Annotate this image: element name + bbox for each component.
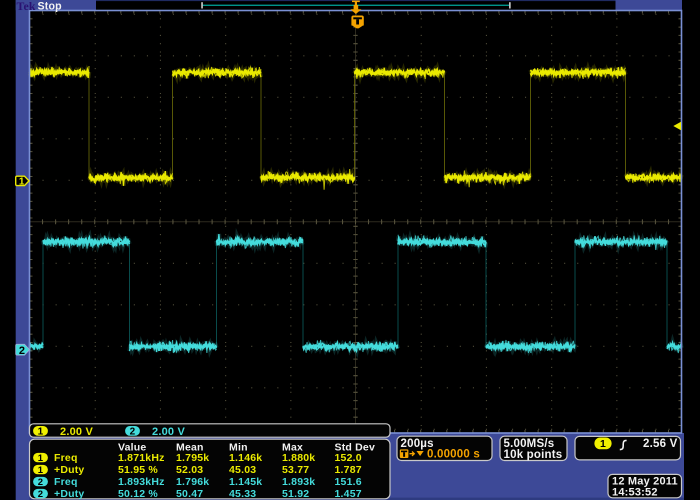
svg-text:1.796k: 1.796k [176, 476, 209, 488]
svg-text:52.03: 52.03 [176, 464, 203, 476]
svg-text:2: 2 [38, 477, 43, 488]
svg-text:1.880k: 1.880k [282, 452, 315, 464]
svg-text:2: 2 [38, 489, 43, 500]
svg-text:1: 1 [600, 438, 606, 450]
svg-text:1.146k: 1.146k [229, 452, 262, 464]
svg-text:2: 2 [19, 345, 25, 357]
svg-text:1: 1 [19, 177, 25, 188]
svg-text:14:53:52: 14:53:52 [612, 487, 658, 499]
svg-text:1.795k: 1.795k [176, 452, 209, 464]
svg-text:2: 2 [130, 426, 136, 437]
svg-text:1: 1 [38, 426, 44, 437]
svg-text:51.95 %: 51.95 % [118, 464, 158, 476]
svg-text:45.33: 45.33 [229, 488, 256, 500]
svg-text:1.893kHz: 1.893kHz [118, 476, 165, 488]
svg-text:10k points: 10k points [504, 449, 563, 461]
svg-text:0.00000 s: 0.00000 s [427, 449, 480, 461]
svg-text:1.893k: 1.893k [282, 476, 315, 488]
svg-text:1.457: 1.457 [335, 488, 362, 500]
svg-text:45.03: 45.03 [229, 464, 256, 476]
svg-text:2.00 V: 2.00 V [152, 426, 185, 438]
svg-text:+Duty: +Duty [54, 488, 84, 500]
svg-text:2.56 V: 2.56 V [643, 438, 678, 450]
svg-text:Freq: Freq [54, 476, 78, 488]
svg-text:1.787: 1.787 [335, 464, 362, 476]
svg-text:Stop: Stop [38, 0, 63, 12]
svg-text:53.77: 53.77 [282, 464, 309, 476]
svg-text:50.47: 50.47 [176, 488, 203, 500]
svg-text:152.0: 152.0 [335, 452, 362, 464]
svg-text:1.145k: 1.145k [229, 476, 262, 488]
svg-text:1.871kHz: 1.871kHz [118, 452, 165, 464]
svg-text:2.00 V: 2.00 V [60, 426, 93, 438]
svg-text:Tek: Tek [17, 0, 36, 13]
svg-text:+Duty: +Duty [54, 464, 84, 476]
svg-text:1: 1 [38, 465, 44, 476]
svg-text:50.12 %: 50.12 % [118, 488, 158, 500]
svg-text:151.6: 151.6 [335, 476, 362, 488]
svg-text:Freq: Freq [54, 452, 78, 464]
svg-text:1: 1 [38, 453, 44, 464]
svg-text:51.92: 51.92 [282, 488, 309, 500]
